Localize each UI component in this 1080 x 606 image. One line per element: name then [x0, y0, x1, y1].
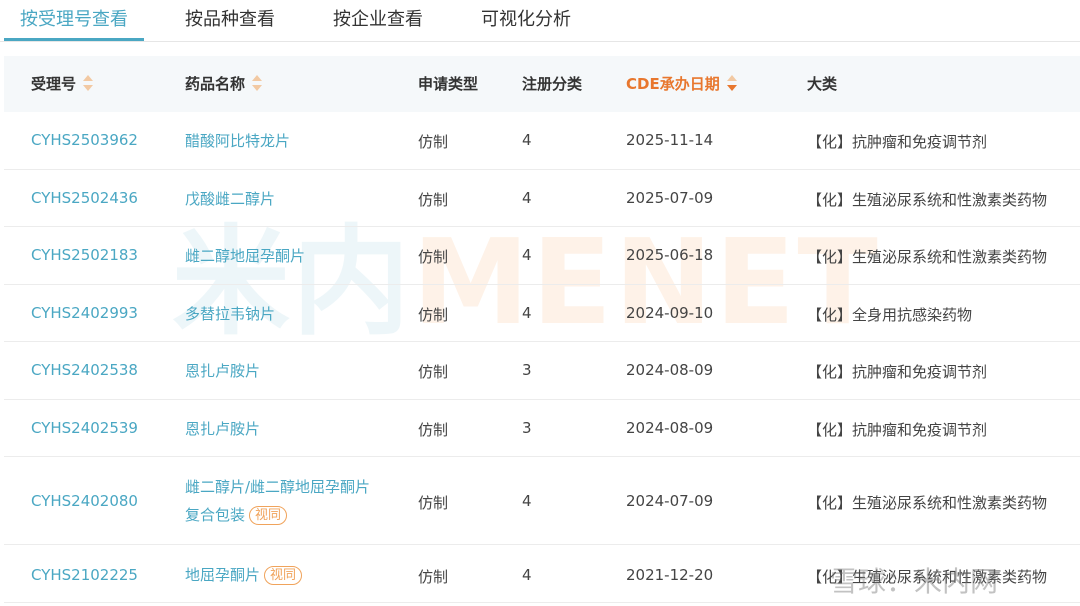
active-tab-indicator [4, 38, 144, 41]
table-row: CYHS2502183 雌二醇地屈孕酮片 仿制 4 2025-06-18 【化】… [4, 227, 1080, 285]
table-row: CYHS2402993 多替拉韦钠片 仿制 4 2024-09-10 【化】全身… [4, 285, 1080, 342]
acceptance-no-link[interactable]: CYHS2502436 [31, 189, 138, 207]
cde-date: 2024-08-09 [626, 419, 714, 437]
registration-class: 4 [522, 246, 532, 264]
category: 【化】生殖泌尿系统和性激素类药物 [807, 568, 1048, 586]
table-row: CYHS2402539 恩扎卢胺片 仿制 3 2024-08-09 【化】抗肿瘤… [4, 400, 1080, 457]
acceptance-no-link[interactable]: CYHS2503962 [31, 131, 138, 149]
table-row: CYHS2502436 戊酸雌二醇片 仿制 4 2025-07-09 【化】生殖… [4, 170, 1080, 227]
cde-date: 2021-12-20 [626, 566, 714, 584]
tab-visual-analysis[interactable]: 可视化分析 [468, 0, 584, 42]
registration-class: 4 [522, 131, 532, 149]
category: 【化】全身用抗感染药物 [807, 306, 973, 324]
drug-name-line2: 复合包装 视同 [185, 501, 370, 529]
header-registration-class: 注册分类 [522, 75, 583, 93]
acceptance-no-link[interactable]: CYHS2402080 [31, 492, 138, 510]
drug-name-link[interactable]: 醋酸阿比特龙片 [185, 127, 290, 155]
registration-class: 4 [522, 304, 532, 322]
category: 【化】生殖泌尿系统和性激素类药物 [807, 191, 1048, 209]
drug-name-line1: 雌二醇片/雌二醇地屈孕酮片 [185, 478, 371, 496]
header-category: 大类 [807, 75, 838, 93]
sort-icon[interactable] [251, 74, 263, 92]
registration-class: 3 [522, 419, 532, 437]
table-row: CYHS2102225 地屈孕酮片 视同 仿制 4 2021-12-20 【化】生… [4, 545, 1080, 603]
table-row: CYHS2402538 恩扎卢胺片 仿制 3 2024-08-09 【化】抗肿瘤… [4, 342, 1080, 400]
drug-name-link[interactable]: 恩扎卢胺片 [185, 415, 260, 443]
registration-class: 4 [522, 492, 532, 510]
drug-name-link[interactable]: 地屈孕酮片 视同 [185, 561, 303, 589]
application-type: 仿制 [418, 191, 449, 209]
application-type: 仿制 [418, 133, 449, 151]
drug-name-link[interactable]: 多替拉韦钠片 [185, 300, 275, 328]
category: 【化】抗肿瘤和免疫调节剂 [807, 421, 988, 439]
acceptance-no-link[interactable]: CYHS2402538 [31, 361, 138, 379]
tab-by-acceptance-no[interactable]: 按受理号查看 [4, 0, 144, 42]
acceptance-no-link[interactable]: CYHS2102225 [31, 566, 138, 584]
equivalent-badge: 视同 [264, 566, 303, 585]
drug-name-link[interactable]: 恩扎卢胺片 [185, 357, 260, 385]
cde-date: 2024-07-09 [626, 492, 714, 510]
header-cde-date[interactable]: CDE承办日期 [626, 56, 738, 112]
header-acceptance-no[interactable]: 受理号 [31, 56, 94, 112]
tab-by-variety[interactable]: 按品种查看 [172, 0, 288, 42]
application-type: 仿制 [418, 494, 449, 512]
table-header: 受理号 药品名称 申请类型 注册分类 CDE承办日期 大类 [4, 56, 1080, 112]
table-row: CYHS2503962 醋酸阿比特龙片 仿制 4 2025-11-14 【化】抗… [4, 112, 1080, 170]
cde-date: 2025-11-14 [626, 131, 714, 149]
registration-class: 3 [522, 361, 532, 379]
category: 【化】抗肿瘤和免疫调节剂 [807, 363, 988, 381]
equivalent-badge: 视同 [249, 506, 288, 525]
application-type: 仿制 [418, 363, 449, 381]
sort-icon[interactable] [82, 74, 94, 92]
cde-date: 2024-08-09 [626, 361, 714, 379]
header-application-type: 申请类型 [418, 75, 479, 93]
drug-name-link[interactable]: 戊酸雌二醇片 [185, 185, 275, 213]
cde-date: 2025-06-18 [626, 246, 714, 264]
registration-class: 4 [522, 566, 532, 584]
category: 【化】生殖泌尿系统和性激素类药物 [807, 494, 1048, 512]
table-row: CYHS2402080 雌二醇片/雌二醇地屈孕酮片 复合包装 视同 仿制 4 20… [4, 457, 1080, 545]
tab-by-company[interactable]: 按企业查看 [320, 0, 436, 42]
registration-class: 4 [522, 189, 532, 207]
header-drug-name[interactable]: 药品名称 [185, 56, 263, 112]
application-type: 仿制 [418, 248, 449, 266]
application-type: 仿制 [418, 568, 449, 586]
cde-date: 2025-07-09 [626, 189, 714, 207]
sort-desc-icon[interactable] [726, 74, 738, 92]
category: 【化】生殖泌尿系统和性激素类药物 [807, 248, 1048, 266]
drug-name-link[interactable]: 雌二醇地屈孕酮片 [185, 242, 305, 270]
category: 【化】抗肿瘤和免疫调节剂 [807, 133, 988, 151]
view-tabs: 按受理号查看 按品种查看 按企业查看 可视化分析 [0, 0, 1080, 42]
application-type: 仿制 [418, 421, 449, 439]
application-type: 仿制 [418, 306, 449, 324]
acceptance-no-link[interactable]: CYHS2502183 [31, 246, 138, 264]
cde-date: 2024-09-10 [626, 304, 714, 322]
drug-name-link[interactable]: 雌二醇片/雌二醇地屈孕酮片 复合包装 视同 [185, 473, 370, 529]
acceptance-no-link[interactable]: CYHS2402539 [31, 419, 138, 437]
acceptance-no-link[interactable]: CYHS2402993 [31, 304, 138, 322]
